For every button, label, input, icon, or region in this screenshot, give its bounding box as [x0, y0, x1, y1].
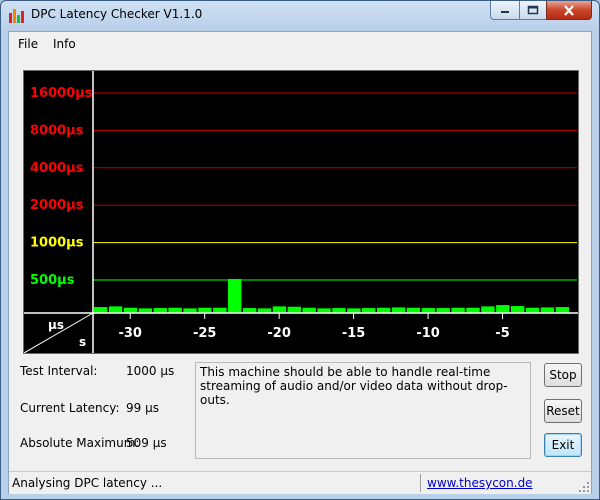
x-tick-label: -25 [193, 326, 217, 341]
close-icon [564, 4, 574, 16]
app-window: DPC Latency Checker V1.1.0 File Info 160… [0, 0, 600, 500]
client-area: File Info 16000µs 8000µs 4000µs 2000µs 1000µ… [8, 31, 592, 494]
latency-bar [555, 307, 570, 313]
maximize-button[interactable] [519, 1, 547, 20]
latency-chart: 16000µs 8000µs 4000µs 2000µs 1000µs 500µs µs s -… [23, 70, 579, 354]
y-axis-label: 2000µs [30, 198, 84, 213]
latency-bar [510, 306, 525, 313]
current-latency-label: Current Latency: [20, 401, 120, 415]
latency-bar [287, 306, 301, 313]
latency-bar [525, 307, 540, 313]
latency-bar [451, 307, 465, 313]
latency-bar [376, 307, 391, 313]
status-separator [420, 474, 421, 492]
latency-bar [228, 279, 242, 313]
exit-button[interactable]: Exit [544, 433, 582, 457]
absolute-maximum-value: 509 µs [126, 436, 167, 450]
y-axis-label: 1000µs [30, 236, 84, 251]
resize-grip-icon[interactable] [578, 481, 590, 493]
close-button[interactable] [546, 1, 592, 20]
y-axis-label: 16000µs [30, 86, 93, 101]
latency-bar [406, 307, 421, 313]
menu-file[interactable]: File [18, 37, 38, 51]
y-axis-label: 4000µs [30, 161, 84, 176]
latency-bar [123, 307, 138, 313]
latency-bar [108, 306, 123, 313]
latency-bar [198, 307, 212, 313]
latency-bar [272, 306, 287, 313]
status-message-box: This machine should be able to handle re… [195, 362, 531, 459]
latency-chart-svg: 16000µs 8000µs 4000µs 2000µs 1000µs 500µs µs s -… [24, 71, 578, 353]
menu-bar: File Info [9, 32, 591, 54]
website-link[interactable]: www.thesycon.de [427, 476, 533, 490]
x-tick-label: -15 [342, 326, 366, 341]
y-axis-label: 8000µs [30, 123, 84, 138]
latency-bar [302, 307, 316, 313]
minimize-icon [501, 11, 509, 13]
absolute-maximum-label: Absolute Maximum: [20, 436, 140, 450]
latency-bar [496, 305, 510, 313]
x-tick-label: -5 [495, 326, 509, 341]
latency-bar [213, 307, 227, 313]
status-text: Analysing DPC latency ... [12, 476, 163, 490]
latency-bar [168, 307, 182, 313]
x-tick-label: -20 [267, 326, 291, 341]
reset-button[interactable]: Reset [544, 399, 582, 423]
x-tick-label: -10 [416, 326, 440, 341]
minimize-button[interactable] [490, 1, 520, 20]
stop-button[interactable]: Stop [544, 363, 582, 387]
current-latency-value: 99 µs [126, 401, 159, 415]
latency-bar [481, 306, 495, 313]
latency-bar [466, 307, 480, 313]
x-unit-label: s [79, 335, 86, 349]
status-bar: Analysing DPC latency ... www.thesycon.d… [9, 471, 591, 494]
latency-bar [540, 307, 555, 313]
latency-bar [94, 307, 108, 313]
y-axis-label: 500µs [30, 273, 75, 288]
test-interval-label: Test Interval: [20, 364, 98, 378]
title-bar[interactable]: DPC Latency Checker V1.1.0 [1, 1, 599, 31]
latency-bar [391, 307, 406, 313]
maximize-icon [527, 5, 539, 15]
test-interval-value: 1000 µs [126, 364, 175, 378]
menu-info[interactable]: Info [53, 37, 76, 51]
window-title: DPC Latency Checker V1.1.0 [31, 7, 203, 21]
y-unit-label: µs [48, 318, 64, 332]
bar-graph-app-icon [9, 9, 25, 23]
x-tick-label: -30 [118, 326, 142, 341]
